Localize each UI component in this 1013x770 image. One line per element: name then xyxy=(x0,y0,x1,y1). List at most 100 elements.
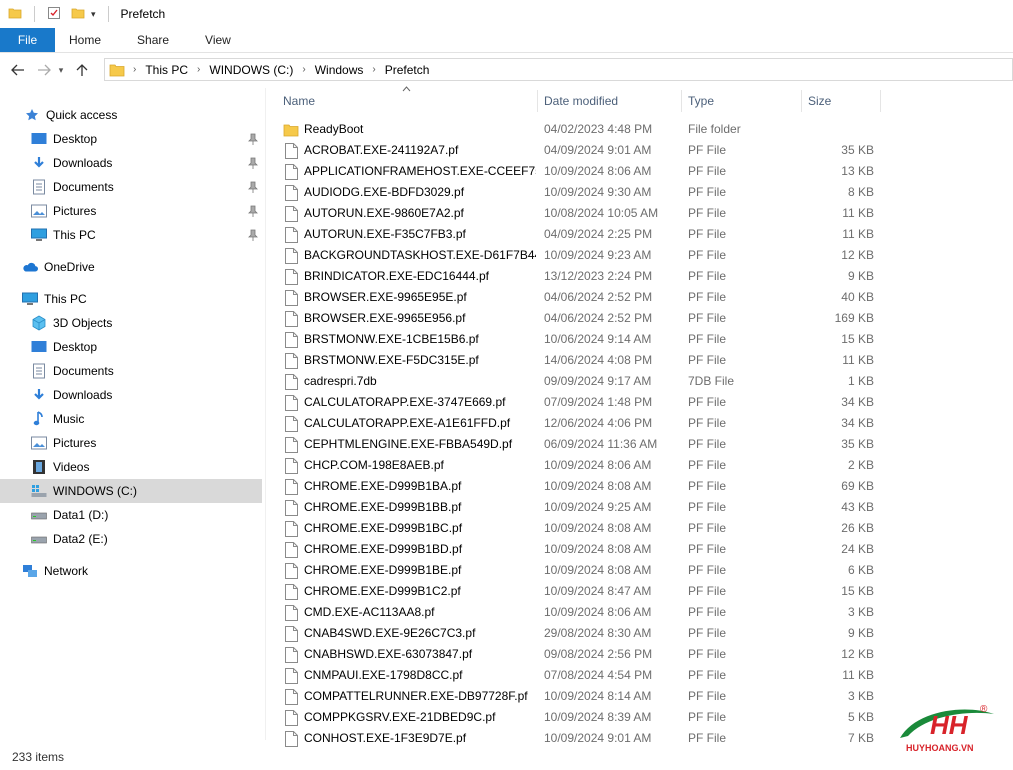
nav-qa-pictures[interactable]: Pictures xyxy=(0,199,262,223)
tab-share[interactable]: Share xyxy=(119,28,187,52)
ribbon-tabs: File Home Share View xyxy=(0,28,1013,53)
nav-music[interactable]: Music xyxy=(0,407,262,431)
file-row[interactable]: ReadyBoot 04/02/2023 4:48 PM File folder xyxy=(266,119,1013,140)
pin-icon[interactable] xyxy=(248,181,258,193)
column-separator[interactable] xyxy=(537,90,538,112)
column-type[interactable]: Type xyxy=(688,88,798,114)
nav-qa-this-pc[interactable]: This PC xyxy=(0,223,262,247)
new-folder-icon[interactable] xyxy=(71,6,85,23)
nav-downloads[interactable]: Downloads xyxy=(0,383,262,407)
file-date: 12/06/2024 4:06 PM xyxy=(544,416,653,430)
file-row[interactable]: CHROME.EXE-D999B1BD.pf 10/09/2024 8:08 AM… xyxy=(266,539,1013,560)
properties-icon[interactable] xyxy=(47,6,61,23)
file-row[interactable]: BROWSER.EXE-9965E95E.pf 04/06/2024 2:52 P… xyxy=(266,287,1013,308)
column-size[interactable]: Size xyxy=(808,88,878,114)
file-row[interactable]: AUTORUN.EXE-F35C7FB3.pf 04/09/2024 2:25 P… xyxy=(266,224,1013,245)
recent-locations-button[interactable]: ▾ xyxy=(55,59,67,81)
breadcrumb-windows-c[interactable]: WINDOWS (C:) xyxy=(209,63,293,77)
nav-documents[interactable]: Documents xyxy=(0,359,262,383)
customize-toolbar-icon[interactable]: ▾ xyxy=(91,9,96,20)
pin-icon[interactable] xyxy=(248,229,258,241)
file-row[interactable]: CHCP.COM-198E8AEB.pf 10/09/2024 8:06 AM PF… xyxy=(266,455,1013,476)
back-button[interactable] xyxy=(7,59,29,81)
file-size: 9 KB xyxy=(847,269,874,283)
nav-windows-c[interactable]: WINDOWS (C:) xyxy=(0,479,262,503)
file-row[interactable]: CHROME.EXE-D999B1C2.pf 10/09/2024 8:47 AM… xyxy=(266,581,1013,602)
nav-pictures[interactable]: Pictures xyxy=(0,431,262,455)
file-row[interactable]: cadrespri.7db 09/09/2024 9:17 AM 7DB File 1… xyxy=(266,371,1013,392)
file-row[interactable]: BACKGROUNDTASKHOST.EXE-D61F7B44.pf 10/09/… xyxy=(266,245,1013,266)
file-list: ReadyBoot 04/02/2023 4:48 PM File folder AC… xyxy=(266,119,1013,749)
file-name: AUTORUN.EXE-F35C7FB3.pf xyxy=(304,227,466,241)
file-row[interactable]: CNMPAUI.EXE-1798D8CC.pf 07/08/2024 4:54 P… xyxy=(266,665,1013,686)
nav-data2-e[interactable]: Data2 (E:) xyxy=(0,527,262,551)
file-row[interactable]: CHROME.EXE-D999B1BA.pf 10/09/2024 8:08 AM… xyxy=(266,476,1013,497)
tab-home[interactable]: Home xyxy=(55,28,119,52)
file-name: COMPPKGSRV.EXE-21DBED9C.pf xyxy=(304,710,496,724)
file-row[interactable]: BRSTMONW.EXE-F5DC315E.pf 14/06/2024 4:08 … xyxy=(266,350,1013,371)
pin-icon[interactable] xyxy=(248,133,258,145)
column-date-modified[interactable]: Date modified xyxy=(544,88,684,114)
file-date: 13/12/2023 2:24 PM xyxy=(544,269,653,283)
file-row[interactable]: CMD.EXE-AC113AA8.pf 10/09/2024 8:06 AM PF … xyxy=(266,602,1013,623)
breadcrumb-chevron-icon[interactable]: › xyxy=(197,64,200,75)
breadcrumb-this-pc[interactable]: This PC xyxy=(145,63,188,77)
file-row[interactable]: APPLICATIONFRAMEHOST.EXE-CCEEF75... 10/09… xyxy=(266,161,1013,182)
breadcrumb-chevron-icon[interactable]: › xyxy=(302,64,305,75)
nav-this-pc[interactable]: This PC xyxy=(0,287,262,311)
up-button[interactable] xyxy=(71,59,93,81)
nav-desktop[interactable]: Desktop xyxy=(0,335,262,359)
tab-view[interactable]: View xyxy=(187,28,249,52)
pin-icon[interactable] xyxy=(248,157,258,169)
navigation-pane: Quick access Desktop Downloads Documents… xyxy=(0,88,262,740)
file-row[interactable]: BROWSER.EXE-9965E956.pf 04/06/2024 2:52 P… xyxy=(266,308,1013,329)
nav-qa-documents[interactable]: Documents xyxy=(0,175,262,199)
file-name: CHROME.EXE-D999B1BA.pf xyxy=(304,479,462,493)
address-bar[interactable]: › This PC › WINDOWS (C:) › Windows › Pre… xyxy=(104,58,1013,81)
file-row[interactable]: AUTORUN.EXE-9860E7A2.pf 10/08/2024 10:05 … xyxy=(266,203,1013,224)
file-row[interactable]: ACROBAT.EXE-241192A7.pf 04/09/2024 9:01 A… xyxy=(266,140,1013,161)
file-row[interactable]: CNAB4SWD.EXE-9E26C7C3.pf 29/08/2024 8:30 … xyxy=(266,623,1013,644)
file-row[interactable]: CNABHSWD.EXE-63073847.pf 09/08/2024 2:56 … xyxy=(266,644,1013,665)
nav-data1-d[interactable]: Data1 (D:) xyxy=(0,503,262,527)
column-separator[interactable] xyxy=(681,90,682,112)
column-separator[interactable] xyxy=(880,90,881,112)
file-icon xyxy=(285,395,298,411)
nav-qa-desktop[interactable]: Desktop xyxy=(0,127,262,151)
folder-icon[interactable] xyxy=(8,6,22,23)
file-date: 10/09/2024 9:30 AM xyxy=(544,185,652,199)
tab-file[interactable]: File xyxy=(0,28,55,52)
file-row[interactable]: CHROME.EXE-D999B1BB.pf 10/09/2024 9:25 AM… xyxy=(266,497,1013,518)
nav-onedrive[interactable]: OneDrive xyxy=(0,255,262,279)
file-row[interactable]: CEPHTMLENGINE.EXE-FBBA549D.pf 06/09/2024 … xyxy=(266,434,1013,455)
file-date: 10/09/2024 8:06 AM xyxy=(544,458,652,472)
column-separator[interactable] xyxy=(801,90,802,112)
file-row[interactable]: AUDIODG.EXE-BDFD3029.pf 10/09/2024 9:30 A… xyxy=(266,182,1013,203)
nav-label: Music xyxy=(53,412,85,426)
file-row[interactable]: CALCULATORAPP.EXE-A1E61FFD.pf 12/06/2024 … xyxy=(266,413,1013,434)
file-icon xyxy=(285,248,298,264)
nav-quick-access[interactable]: Quick access xyxy=(0,103,262,127)
nav-qa-downloads[interactable]: Downloads xyxy=(0,151,262,175)
nav-label: This PC xyxy=(53,228,96,242)
file-row[interactable]: CHROME.EXE-D999B1BC.pf 10/09/2024 8:08 AM… xyxy=(266,518,1013,539)
file-row[interactable]: CHROME.EXE-D999B1BE.pf 10/09/2024 8:08 AM… xyxy=(266,560,1013,581)
nav-network[interactable]: Network xyxy=(0,559,262,583)
file-row[interactable]: BRINDICATOR.EXE-EDC16444.pf 13/12/2023 2:… xyxy=(266,266,1013,287)
file-size xyxy=(802,119,874,140)
nav-3d-objects[interactable]: 3D Objects xyxy=(0,311,262,335)
nav-videos[interactable]: Videos xyxy=(0,455,262,479)
pin-icon[interactable] xyxy=(248,205,258,217)
breadcrumb-chevron-icon[interactable]: › xyxy=(133,64,136,75)
breadcrumb-windows[interactable]: Windows xyxy=(315,63,364,77)
file-icon xyxy=(285,311,298,327)
breadcrumb-prefetch[interactable]: Prefetch xyxy=(385,63,430,77)
file-size: 11 KB xyxy=(842,668,874,682)
toolbar-separator xyxy=(107,6,109,22)
forward-button[interactable] xyxy=(33,59,55,81)
file-row[interactable]: BRSTMONW.EXE-1CBE15B6.pf 10/06/2024 9:14 … xyxy=(266,329,1013,350)
file-icon xyxy=(285,269,298,285)
file-icon xyxy=(285,416,298,432)
breadcrumb-chevron-icon[interactable]: › xyxy=(372,64,375,75)
file-row[interactable]: CALCULATORAPP.EXE-3747E669.pf 07/09/2024 … xyxy=(266,392,1013,413)
